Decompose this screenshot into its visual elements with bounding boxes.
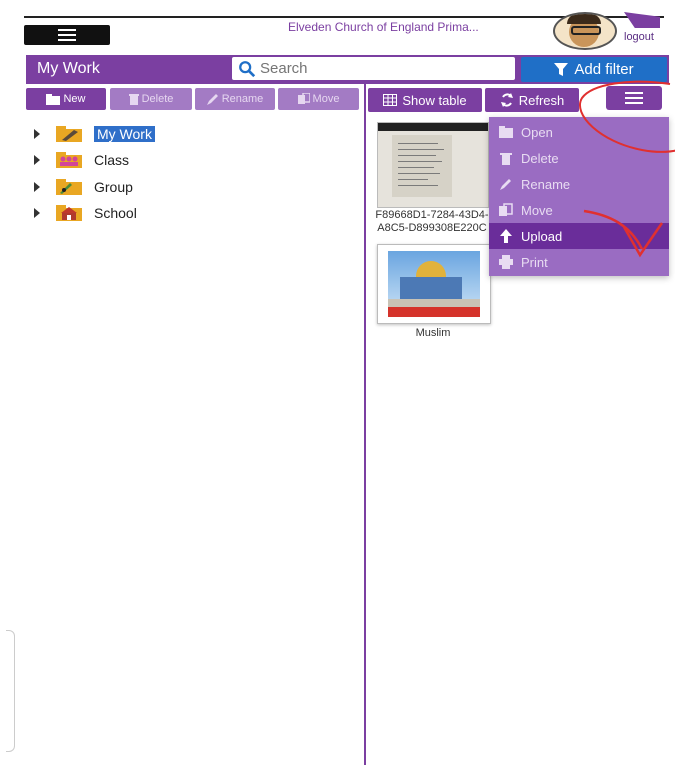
- menu-item-open[interactable]: Open: [489, 119, 669, 145]
- refresh-button[interactable]: Refresh: [485, 88, 579, 112]
- expand-arrow-icon[interactable]: [34, 182, 40, 192]
- refresh-label: Refresh: [518, 92, 565, 108]
- mosque-image: [388, 251, 480, 317]
- menu-item-label: Move: [521, 202, 553, 218]
- file-caption: Muslim: [415, 327, 451, 339]
- pencil-icon: [500, 179, 511, 190]
- tree-item-label: Group: [94, 179, 133, 195]
- hamburger-icon: [58, 29, 76, 41]
- expand-arrow-icon[interactable]: [34, 129, 40, 139]
- rename-button[interactable]: Rename: [195, 88, 275, 110]
- group-folder-icon: [56, 179, 82, 195]
- search-icon: [239, 60, 256, 77]
- menu-item-label: Open: [521, 124, 553, 140]
- search-box[interactable]: [232, 57, 515, 80]
- rename-label: Rename: [221, 93, 264, 105]
- folder-toolbar: New Delete Rename Move: [26, 88, 359, 110]
- menu-item-move[interactable]: Move: [489, 197, 669, 223]
- my-work-folder-icon: [56, 126, 82, 142]
- expand-arrow-icon[interactable]: [34, 155, 40, 165]
- move-button[interactable]: Move: [278, 88, 359, 110]
- actions-dropdown-menu: Open Delete Rename Move Upload Print: [489, 117, 669, 276]
- menu-item-upload[interactable]: Upload: [489, 223, 669, 249]
- new-label: New: [63, 93, 86, 105]
- user-avatar[interactable]: [553, 12, 617, 50]
- tree-item-label: My Work: [94, 126, 155, 142]
- menu-item-label: Print: [521, 254, 548, 270]
- file-thumbnail[interactable]: [377, 122, 489, 208]
- app-menu-button[interactable]: [24, 25, 110, 45]
- printer-icon: [499, 255, 513, 269]
- move-icon: [297, 93, 310, 104]
- delete-button[interactable]: Delete: [110, 88, 192, 110]
- expand-arrow-icon[interactable]: [34, 208, 40, 218]
- menu-item-label: Rename: [521, 176, 571, 192]
- tree-item-school[interactable]: School: [34, 203, 137, 223]
- side-handle[interactable]: [6, 630, 15, 752]
- menu-item-label: Upload: [521, 228, 563, 244]
- upload-arrow-icon: [500, 229, 512, 243]
- school-folder-icon: [56, 205, 82, 221]
- show-table-label: Show table: [402, 92, 467, 108]
- refresh-icon: [500, 93, 513, 107]
- move-label: Move: [312, 93, 340, 105]
- menu-item-rename[interactable]: Rename: [489, 171, 669, 197]
- add-filter-button[interactable]: Add filter: [521, 57, 667, 82]
- file-thumbnail[interactable]: [377, 244, 491, 324]
- trash-icon: [128, 94, 139, 105]
- page-title: My Work: [37, 60, 100, 77]
- tree-item-label: Class: [94, 152, 130, 168]
- move-icon: [499, 203, 513, 216]
- school-name: Elveden Church of England Prima...: [288, 20, 479, 34]
- show-table-button[interactable]: Show table: [368, 88, 482, 112]
- search-input[interactable]: [258, 59, 502, 78]
- menu-item-label: Delete: [521, 150, 559, 166]
- pencil-icon: [206, 94, 218, 105]
- delete-label: Delete: [141, 93, 174, 105]
- class-folder-icon: [56, 152, 82, 168]
- tree-item-class[interactable]: Class: [34, 150, 129, 170]
- folder-open-icon: [499, 126, 513, 138]
- menu-item-print[interactable]: Print: [489, 249, 669, 275]
- tree-item-my-work[interactable]: My Work: [34, 124, 155, 144]
- new-folder-icon: [46, 93, 61, 105]
- new-button[interactable]: New: [26, 88, 106, 110]
- more-actions-menu-button[interactable]: [606, 86, 662, 110]
- table-icon: [383, 94, 398, 106]
- trash-icon: [500, 153, 512, 165]
- menu-item-delete[interactable]: Delete: [489, 145, 669, 171]
- tree-item-group[interactable]: Group: [34, 177, 133, 197]
- filter-icon: [554, 62, 569, 76]
- tree-item-label: School: [94, 205, 137, 221]
- file-caption: F89668D1-7284-43D4-A8C5-D899308E220C: [375, 209, 489, 234]
- logout-link[interactable]: logout: [624, 31, 654, 43]
- add-filter-label: Add filter: [574, 61, 634, 78]
